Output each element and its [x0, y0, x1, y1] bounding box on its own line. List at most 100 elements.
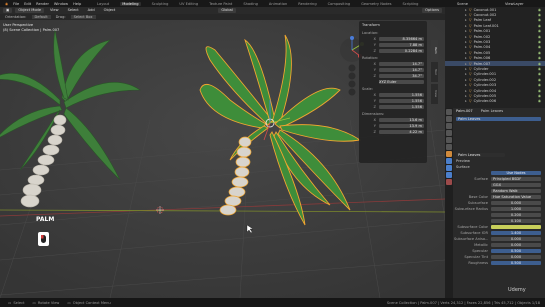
expand-icon[interactable]: ▸ — [465, 18, 467, 22]
location-z-field[interactable]: 0.2284 m — [379, 48, 424, 54]
subsurface-radius-x-field[interactable]: 1.000 — [491, 206, 541, 212]
tab-tool[interactable]: Tool — [431, 62, 438, 82]
preview-section[interactable]: Preview — [456, 159, 470, 163]
scene-selector[interactable]: Scene — [457, 2, 468, 6]
scale-z-field[interactable]: 1.556 — [379, 104, 424, 110]
visibility-icon[interactable]: ◉ — [538, 8, 541, 12]
rotation-x-field[interactable]: 14.7° — [379, 61, 424, 67]
location-x-field[interactable]: 8.35664 m — [379, 36, 424, 42]
menu-select[interactable]: Select — [65, 8, 82, 13]
blender-logo-icon[interactable]: ◉ — [5, 2, 8, 6]
tab-texture-paint[interactable]: Texture Paint — [209, 2, 232, 6]
subsurface-radius-y-field[interactable]: 0.200 — [491, 212, 541, 218]
subsurface-field[interactable]: 0.000 — [491, 200, 541, 206]
tab-shading[interactable]: Shading — [243, 2, 258, 6]
distribution-dropdown[interactable]: GGX — [491, 182, 541, 188]
visibility-icon[interactable]: ◉ — [538, 99, 541, 103]
menu-file[interactable]: File — [13, 2, 19, 6]
visibility-icon[interactable]: ◉ — [538, 94, 541, 98]
tab-compositing[interactable]: Compositing — [328, 2, 351, 6]
menu-object[interactable]: Object — [101, 8, 119, 13]
particles-tab-icon[interactable] — [446, 165, 452, 171]
tab-item[interactable]: Item — [431, 40, 438, 60]
visibility-icon[interactable]: ◉ — [538, 56, 541, 60]
visibility-icon[interactable]: ◉ — [538, 72, 541, 76]
expand-icon[interactable]: ▸ — [465, 56, 467, 60]
expand-icon[interactable]: ▸ — [465, 13, 467, 17]
outliner-row[interactable]: ▸ ▽ Cylinder.006 ◉ — [445, 99, 545, 104]
menu-edit[interactable]: Edit — [24, 2, 31, 6]
expand-icon[interactable]: ▸ — [465, 35, 467, 39]
expand-icon[interactable]: ▸ — [465, 67, 467, 71]
material-name-field[interactable]: Palm Leaves — [456, 152, 505, 158]
physics-tab-icon[interactable] — [446, 172, 452, 178]
menu-render[interactable]: Render — [36, 2, 49, 6]
metallic-field[interactable]: 0.000 — [491, 242, 541, 248]
surface-section[interactable]: Surface — [456, 165, 470, 169]
location-y-field[interactable]: 7.88 m — [379, 42, 424, 48]
visibility-icon[interactable]: ◉ — [538, 67, 541, 71]
expand-icon[interactable]: ▸ — [465, 8, 467, 12]
expand-icon[interactable]: ▸ — [465, 89, 467, 93]
expand-icon[interactable]: ▸ — [465, 99, 467, 103]
view-layer-tab-icon[interactable] — [446, 130, 452, 136]
visibility-icon[interactable]: ◉ — [538, 13, 541, 17]
orientation-dropdown[interactable]: Global — [218, 8, 236, 13]
visibility-icon[interactable]: ◉ — [538, 62, 541, 66]
visibility-icon[interactable]: ◉ — [538, 51, 541, 55]
visibility-icon[interactable]: ◉ — [538, 18, 541, 22]
specular-field[interactable]: 0.500 — [491, 248, 541, 254]
editor-type-icon[interactable]: ▣ — [3, 8, 13, 13]
tab-animation[interactable]: Animation — [269, 2, 287, 6]
expand-icon[interactable]: ▸ — [465, 45, 467, 49]
expand-icon[interactable]: ▸ — [465, 78, 467, 82]
subsurface-method-dropdown[interactable]: Random Walk — [491, 188, 541, 194]
orientation-value[interactable]: Default — [31, 15, 51, 19]
surface-shader-dropdown[interactable]: Principled BSDF — [491, 176, 541, 182]
view-layer-selector[interactable]: ViewLayer — [505, 2, 524, 6]
scale-y-field[interactable]: 1.556 — [379, 98, 424, 104]
scale-x-field[interactable]: 1.556 — [379, 92, 424, 98]
base-color-link[interactable]: Hue Saturation Value — [491, 194, 541, 200]
dimensions-y-field[interactable]: 13.9 m — [379, 123, 424, 129]
tab-layout[interactable]: Layout — [97, 2, 109, 6]
dimensions-z-field[interactable]: 4.22 m — [379, 129, 424, 135]
tab-rendering[interactable]: Rendering — [298, 2, 316, 6]
subsurface-color-swatch[interactable] — [491, 224, 541, 230]
expand-icon[interactable]: ▸ — [465, 62, 467, 66]
tab-scripting[interactable]: Scripting — [402, 2, 418, 6]
modifier-tab-icon[interactable] — [446, 158, 452, 164]
expand-icon[interactable]: ▸ — [465, 72, 467, 76]
menu-add[interactable]: Add — [85, 8, 98, 13]
dimensions-x-field[interactable]: 13.6 m — [379, 117, 424, 123]
expand-icon[interactable]: ▸ — [465, 51, 467, 55]
rotation-y-field[interactable]: 14.7° — [379, 67, 424, 73]
tab-geometry-nodes[interactable]: Geometry Nodes — [361, 2, 391, 6]
scene-tab-icon[interactable] — [446, 137, 452, 143]
specular-tint-field[interactable]: 0.000 — [491, 254, 541, 260]
render-tab-icon[interactable] — [446, 116, 452, 122]
visibility-icon[interactable]: ◉ — [538, 29, 541, 33]
expand-icon[interactable]: ▸ — [465, 24, 467, 28]
menu-help[interactable]: Help — [73, 2, 81, 6]
subsurface-anisotropy-field[interactable]: 0.000 — [491, 236, 541, 242]
drag-value[interactable]: Select Box — [70, 15, 96, 19]
expand-icon[interactable]: ▸ — [465, 40, 467, 44]
tab-view[interactable]: View — [431, 84, 438, 104]
visibility-icon[interactable]: ◉ — [538, 45, 541, 49]
subsurface-radius-z-field[interactable]: 0.100 — [491, 218, 541, 224]
output-tab-icon[interactable] — [446, 123, 452, 129]
expand-icon[interactable]: ▸ — [465, 83, 467, 87]
expand-icon[interactable]: ▸ — [465, 94, 467, 98]
tab-modeling[interactable]: Modeling — [120, 1, 141, 6]
world-tab-icon[interactable] — [446, 144, 452, 150]
menu-view[interactable]: View — [47, 8, 62, 13]
visibility-icon[interactable]: ◉ — [538, 35, 541, 39]
tab-uv-editing[interactable]: UV Editing — [179, 2, 198, 6]
roughness-field[interactable]: 0.500 — [491, 260, 541, 266]
tool-tab-icon[interactable] — [446, 109, 452, 115]
visibility-icon[interactable]: ◉ — [538, 24, 541, 28]
rotation-mode-dropdown[interactable]: XYZ Euler — [379, 79, 424, 85]
use-nodes-button[interactable]: Use Nodes — [491, 170, 541, 176]
options-button[interactable]: Options — [422, 8, 442, 13]
